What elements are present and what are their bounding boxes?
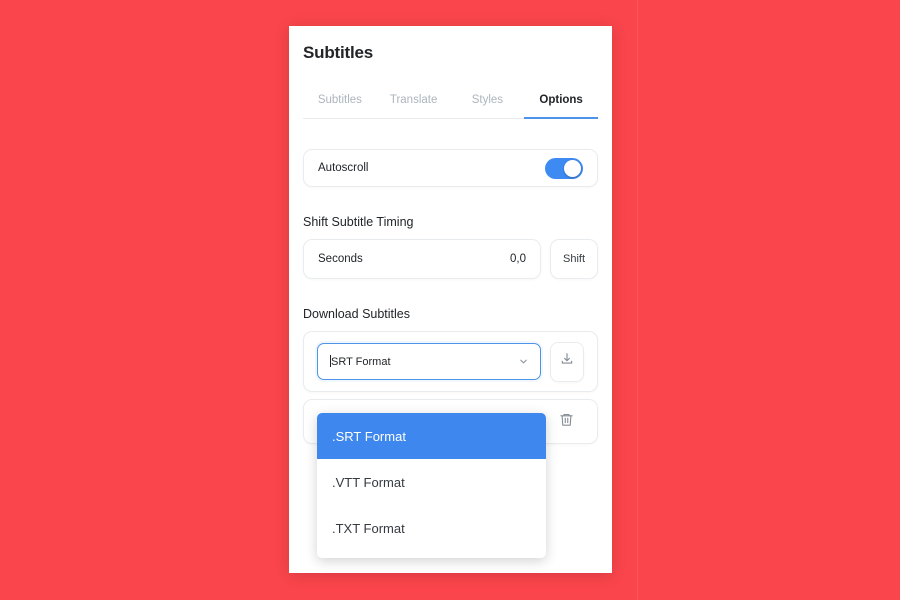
- trash-icon: [559, 412, 574, 432]
- chevron-down-icon: [518, 356, 529, 367]
- subtitles-panel: Subtitles Subtitles Translate Styles Opt…: [289, 26, 612, 573]
- toggle-knob: [564, 159, 581, 177]
- format-dropdown-menu: .SRT Format .VTT Format .TXT Format: [317, 413, 546, 558]
- format-select-label: SRT Format: [331, 356, 391, 368]
- delete-button[interactable]: [548, 404, 584, 439]
- autoscroll-toggle[interactable]: [545, 157, 583, 179]
- download-button[interactable]: [550, 341, 584, 382]
- seconds-input[interactable]: Seconds 0,0: [303, 239, 541, 279]
- download-row: SRT Format: [303, 331, 598, 392]
- shift-button[interactable]: Shift: [550, 239, 598, 279]
- download-section-title: Download Subtitles: [303, 307, 411, 321]
- tab-options[interactable]: Options: [524, 88, 598, 119]
- seconds-input-value: 0,0: [510, 253, 526, 265]
- tab-subtitles[interactable]: Subtitles: [303, 88, 377, 119]
- autoscroll-label: Autoscroll: [318, 162, 369, 174]
- dropdown-option-vtt[interactable]: .VTT Format: [317, 459, 546, 505]
- tab-translate[interactable]: Translate: [377, 88, 451, 119]
- autoscroll-row: Autoscroll: [303, 149, 598, 187]
- dropdown-bottom-padding: [317, 551, 546, 558]
- page-title: Subtitles: [303, 43, 373, 62]
- panel-content: Subtitles Subtitles Translate Styles Opt…: [289, 26, 612, 573]
- seconds-input-placeholder: Seconds: [318, 253, 363, 265]
- format-select-value: SRT Format: [330, 355, 391, 368]
- background-seam: [637, 0, 638, 600]
- dropdown-option-srt[interactable]: .SRT Format: [317, 413, 546, 459]
- download-icon: [560, 352, 574, 371]
- tab-styles[interactable]: Styles: [451, 88, 525, 119]
- shift-row: Seconds 0,0 Shift: [303, 239, 598, 279]
- shift-section-title: Shift Subtitle Timing: [303, 215, 414, 229]
- format-select[interactable]: SRT Format: [317, 343, 541, 380]
- dropdown-option-txt[interactable]: .TXT Format: [317, 505, 546, 551]
- tab-bar: Subtitles Translate Styles Options: [303, 88, 598, 119]
